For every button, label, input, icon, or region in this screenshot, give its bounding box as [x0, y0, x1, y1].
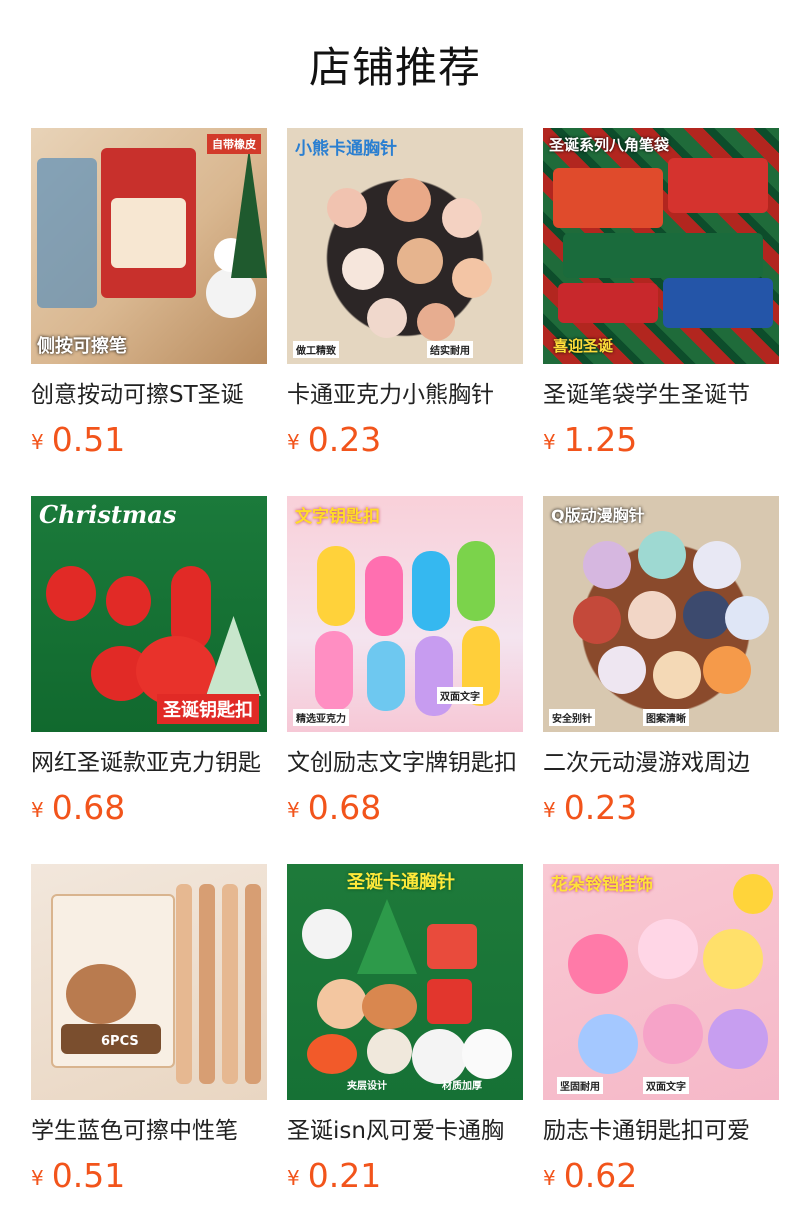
- product-card[interactable]: 花朵铃铛挂饰 坚固耐用 双面文字 励志卡通钥匙扣可爱 ¥0.62: [543, 864, 779, 1232]
- currency-symbol: ¥: [287, 798, 300, 822]
- product-price: ¥0.62: [543, 1158, 779, 1194]
- image-label: 圣诞卡通胸针: [347, 872, 455, 893]
- product-price: ¥0.51: [31, 1158, 267, 1194]
- product-grid: 自带橡皮 侧按可擦笔 创意按动可擦ST圣诞 ¥0.51 小熊卡通胸针 做工精致 …: [31, 128, 779, 1232]
- image-label: 结实耐用: [427, 341, 473, 358]
- price-value: 0.62: [563, 1156, 638, 1195]
- product-image[interactable]: 小熊卡通胸针 做工精致 结实耐用: [287, 128, 523, 364]
- image-label: 夹层设计: [347, 1081, 387, 1092]
- currency-symbol: ¥: [543, 798, 556, 822]
- product-card[interactable]: Christmas 圣诞钥匙扣 网红圣诞款亚克力钥匙 ¥0.68: [31, 496, 267, 864]
- product-price: ¥0.23: [543, 790, 779, 826]
- product-title[interactable]: 圣诞笔袋学生圣诞节: [543, 380, 779, 410]
- image-label: 坚固耐用: [557, 1077, 603, 1094]
- product-card[interactable]: 自带橡皮 侧按可擦笔 创意按动可擦ST圣诞 ¥0.51: [31, 128, 267, 496]
- product-image[interactable]: Q版动漫胸针 安全别针 图案清晰: [543, 496, 779, 732]
- image-label: 做工精致: [293, 341, 339, 358]
- page-header: 店铺推荐: [0, 0, 790, 128]
- page-title: 店铺推荐: [308, 42, 481, 92]
- product-image[interactable]: 花朵铃铛挂饰 坚固耐用 双面文字: [543, 864, 779, 1100]
- image-label: 安全别针: [549, 709, 595, 726]
- product-price: ¥1.25: [543, 422, 779, 458]
- image-label: Christmas: [39, 500, 177, 529]
- product-price: ¥0.23: [287, 422, 523, 458]
- currency-symbol: ¥: [31, 430, 44, 454]
- price-value: 0.68: [307, 788, 382, 827]
- product-title[interactable]: 创意按动可擦ST圣诞: [31, 380, 267, 410]
- image-label: 圣诞系列八角笔袋: [549, 136, 670, 154]
- product-title[interactable]: 二次元动漫游戏周边: [543, 748, 779, 778]
- product-title[interactable]: 文创励志文字牌钥匙扣: [287, 748, 523, 778]
- product-title[interactable]: 励志卡通钥匙扣可爱: [543, 1116, 779, 1146]
- product-image[interactable]: 圣诞卡通胸针 夹层设计 材质加厚: [287, 864, 523, 1100]
- product-title[interactable]: 学生蓝色可擦中性笔: [31, 1116, 267, 1146]
- product-price: ¥0.21: [287, 1158, 523, 1194]
- price-value: 0.23: [307, 420, 382, 459]
- product-image[interactable]: 6PCS: [31, 864, 267, 1100]
- price-value: 0.68: [51, 788, 126, 827]
- product-price: ¥0.68: [287, 790, 523, 826]
- product-price: ¥0.51: [31, 422, 267, 458]
- product-image[interactable]: 圣诞系列八角笔袋 喜迎圣诞: [543, 128, 779, 364]
- price-value: 0.51: [51, 420, 126, 459]
- currency-symbol: ¥: [287, 1166, 300, 1190]
- price-value: 0.21: [307, 1156, 382, 1195]
- product-card[interactable]: 圣诞卡通胸针 夹层设计 材质加厚 圣诞isn风可爱卡通胸 ¥0.21: [287, 864, 523, 1232]
- price-value: 1.25: [563, 420, 638, 459]
- image-label: 小熊卡通胸针: [295, 139, 397, 159]
- image-label: 圣诞钥匙扣: [157, 694, 259, 724]
- price-value: 0.51: [51, 1156, 126, 1195]
- product-card[interactable]: 小熊卡通胸针 做工精致 结实耐用 卡通亚克力小熊胸针 ¥0.23: [287, 128, 523, 496]
- image-label: 图案清晰: [643, 709, 689, 726]
- image-label: 6PCS: [101, 1034, 139, 1049]
- currency-symbol: ¥: [31, 1166, 44, 1190]
- image-label: Q版动漫胸针: [551, 506, 645, 525]
- product-image[interactable]: Christmas 圣诞钥匙扣: [31, 496, 267, 732]
- product-card[interactable]: Q版动漫胸针 安全别针 图案清晰 二次元动漫游戏周边 ¥0.23: [543, 496, 779, 864]
- currency-symbol: ¥: [31, 798, 44, 822]
- image-label: 自带橡皮: [207, 134, 261, 154]
- currency-symbol: ¥: [543, 430, 556, 454]
- product-card[interactable]: 文字钥匙扣 精选亚克力 双面文字 文创励志文字牌钥匙扣 ¥0.68: [287, 496, 523, 864]
- product-card[interactable]: 6PCS 学生蓝色可擦中性笔 ¥0.51: [31, 864, 267, 1232]
- product-image[interactable]: 文字钥匙扣 精选亚克力 双面文字: [287, 496, 523, 732]
- product-price: ¥0.68: [31, 790, 267, 826]
- product-image[interactable]: 自带橡皮 侧按可擦笔: [31, 128, 267, 364]
- image-label: 材质加厚: [442, 1081, 482, 1092]
- image-label: 花朵铃铛挂饰: [551, 875, 653, 895]
- product-title[interactable]: 网红圣诞款亚克力钥匙: [31, 748, 267, 778]
- product-title[interactable]: 圣诞isn风可爱卡通胸: [287, 1116, 523, 1146]
- image-label: 双面文字: [643, 1077, 689, 1094]
- product-card[interactable]: 圣诞系列八角笔袋 喜迎圣诞 圣诞笔袋学生圣诞节 ¥1.25: [543, 128, 779, 496]
- currency-symbol: ¥: [543, 1166, 556, 1190]
- image-label: 双面文字: [437, 687, 483, 704]
- image-label: 喜迎圣诞: [553, 337, 614, 355]
- image-label: 文字钥匙扣: [295, 507, 380, 527]
- product-title[interactable]: 卡通亚克力小熊胸针: [287, 380, 523, 410]
- price-value: 0.23: [563, 788, 638, 827]
- image-label: 侧按可擦笔: [37, 336, 127, 357]
- currency-symbol: ¥: [287, 430, 300, 454]
- image-label: 精选亚克力: [293, 709, 349, 726]
